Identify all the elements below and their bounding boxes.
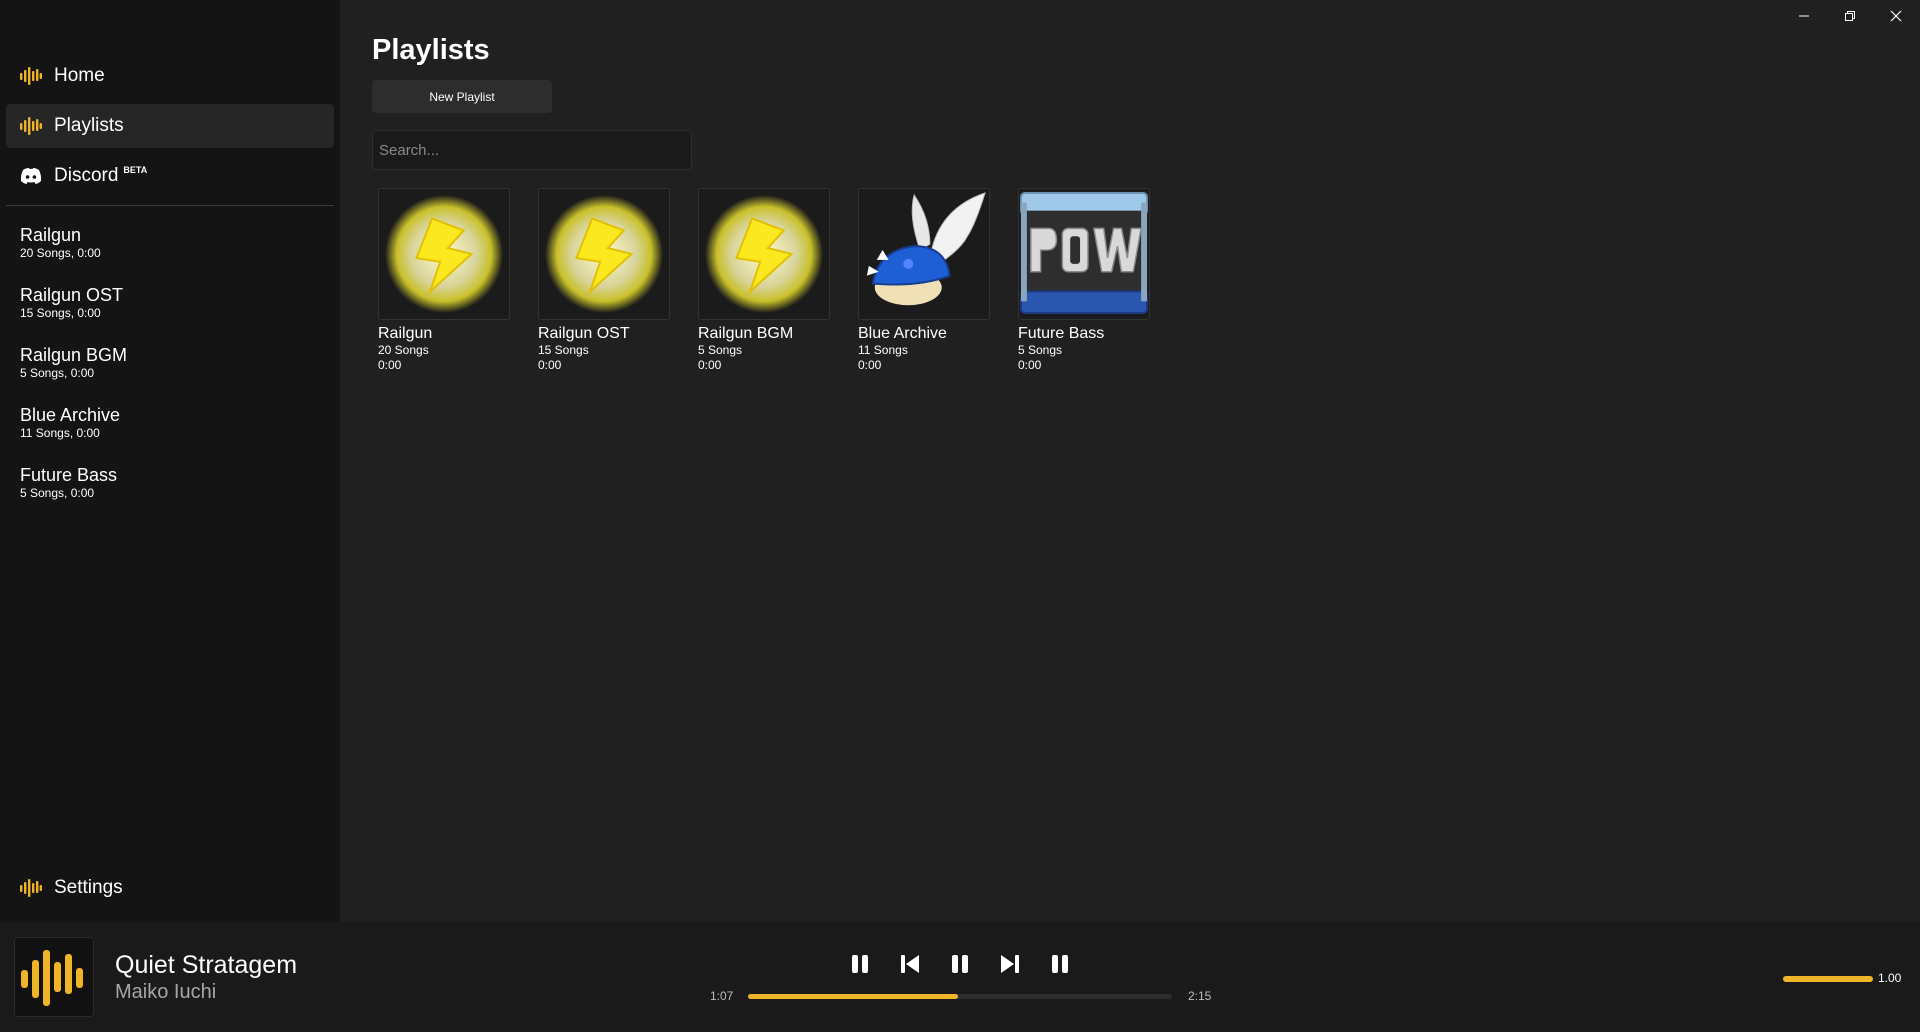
sidebar-playlist-name: Future Bass: [20, 465, 118, 485]
playlist-card[interactable]: Future Bass 5 Songs 0:00: [1018, 188, 1150, 373]
restore-icon: [1845, 11, 1855, 21]
discord-icon: [19, 164, 43, 188]
playlist-card[interactable]: Railgun BGM 5 Songs 0:00: [698, 188, 830, 373]
skip-previous-icon: [901, 955, 919, 973]
nav-playlists[interactable]: Playlists: [6, 104, 334, 148]
equalizer-icon: [19, 114, 43, 138]
close-button[interactable]: [1876, 2, 1916, 30]
playlist-card-songs: 5 Songs: [698, 343, 743, 357]
volume-slider[interactable]: [1783, 976, 1873, 982]
playlist-card-name: Future Bass: [1018, 325, 1105, 342]
playlist-card-duration: 0:00: [1018, 358, 1042, 372]
playlist-card[interactable]: Blue Archive 11 Songs 0:00: [858, 188, 990, 373]
progress-fill: [748, 994, 959, 999]
playlist-card-songs: 20 Songs: [378, 343, 429, 357]
sidebar-playlist-meta: 11 Songs, 0:00: [20, 426, 100, 440]
nav-settings[interactable]: Settings: [6, 866, 334, 910]
skip-next-icon: [1001, 955, 1019, 973]
lightning-bolt-icon: [704, 194, 824, 314]
total-time: 2:15: [1188, 989, 1212, 1003]
winged-blue-shell-icon: [866, 192, 986, 306]
play-pause-button[interactable]: [940, 944, 980, 984]
restore-button[interactable]: [1830, 2, 1870, 30]
beta-badge: BETA: [123, 165, 148, 175]
playlist-card-name: Blue Archive: [858, 325, 947, 342]
nav-discord-label: Discord: [54, 165, 119, 186]
track-title: Quiet Stratagem: [115, 951, 298, 979]
playlist-card-name: Railgun BGM: [698, 325, 794, 342]
nav-home-label: Home: [54, 65, 105, 86]
sidebar-playlist-meta: 5 Songs, 0:00: [20, 366, 95, 380]
playlist-thumbnail[interactable]: [858, 188, 990, 320]
previous-button[interactable]: [890, 944, 930, 984]
sidebar-playlist-item[interactable]: Future Bass 5 Songs, 0:00: [20, 464, 320, 500]
sidebar-playlist-item[interactable]: Railgun BGM 5 Songs, 0:00: [20, 344, 320, 380]
equalizer-icon: [21, 950, 83, 1006]
shuffle-button[interactable]: [840, 944, 880, 984]
pause-icon: [952, 955, 968, 973]
playlist-thumbnail[interactable]: [698, 188, 830, 320]
playlist-card-duration: 0:00: [378, 358, 402, 372]
next-button[interactable]: [990, 944, 1030, 984]
new-playlist-button[interactable]: New Playlist: [372, 80, 552, 113]
playlist-card-name: Railgun: [378, 325, 433, 342]
playlist-thumbnail[interactable]: [378, 188, 510, 320]
playlist-card-name: Railgun OST: [538, 325, 630, 342]
playlist-card[interactable]: Railgun OST 15 Songs 0:00: [538, 188, 670, 373]
equalizer-icon: [19, 876, 43, 900]
elapsed-time: 1:07: [710, 989, 734, 1003]
nav-discord[interactable]: Discord BETA: [6, 154, 334, 198]
sidebar-playlist-meta: 20 Songs, 0:00: [20, 246, 101, 260]
sidebar-playlist-name: Railgun BGM: [20, 345, 128, 365]
sidebar-playlist-item[interactable]: Railgun 20 Songs, 0:00: [20, 224, 320, 260]
player-bar: Quiet Stratagem Maiko Iuchi 1:07 2:15 1.…: [0, 922, 1920, 1032]
track-artist: Maiko Iuchi: [115, 981, 217, 1003]
pow-block-icon: [1019, 191, 1149, 315]
progress-slider[interactable]: [748, 994, 1172, 999]
lightning-bolt-icon: [384, 194, 504, 314]
sidebar-playlist-name: Railgun: [20, 225, 82, 245]
playlist-thumbnail[interactable]: [538, 188, 670, 320]
pause-icon: [852, 955, 868, 973]
playlist-card-duration: 0:00: [698, 358, 722, 372]
playlist-thumbnail[interactable]: [1018, 188, 1150, 320]
search-input[interactable]: [372, 130, 692, 170]
sidebar: Home Playlists Discord BETA Railgun 20 S…: [0, 0, 340, 922]
lightning-bolt-icon: [544, 194, 664, 314]
nav-playlists-label: Playlists: [54, 115, 124, 136]
equalizer-icon: [19, 64, 43, 88]
pause-icon: [1052, 955, 1068, 973]
playlist-card-songs: 15 Songs: [538, 343, 589, 357]
volume-label: 1.00: [1878, 971, 1902, 985]
album-art: [14, 937, 94, 1017]
playlist-card-songs: 11 Songs: [858, 343, 908, 357]
sidebar-playlist-item[interactable]: Blue Archive 11 Songs, 0:00: [20, 404, 320, 440]
sidebar-playlist-name: Railgun OST: [20, 285, 124, 305]
minimize-button[interactable]: [1784, 2, 1824, 30]
page-title: Playlists: [372, 34, 490, 66]
sidebar-playlist-item[interactable]: Railgun OST 15 Songs, 0:00: [20, 284, 320, 320]
nav-home[interactable]: Home: [6, 54, 334, 98]
sidebar-playlist-meta: 5 Songs, 0:00: [20, 486, 95, 500]
volume-fill: [1783, 976, 1873, 982]
playlist-card-duration: 0:00: [858, 358, 882, 372]
playlist-card-duration: 0:00: [538, 358, 562, 372]
repeat-button[interactable]: [1040, 944, 1080, 984]
sidebar-playlist-meta: 15 Songs, 0:00: [20, 306, 101, 320]
sidebar-divider: [6, 205, 334, 206]
close-icon: [1890, 10, 1902, 22]
minimize-icon: [1799, 15, 1809, 17]
playlist-card[interactable]: Railgun 20 Songs 0:00: [378, 188, 510, 373]
sidebar-playlist-name: Blue Archive: [20, 405, 121, 425]
playlist-card-songs: 5 Songs: [1018, 343, 1063, 357]
nav-settings-label: Settings: [54, 877, 123, 898]
